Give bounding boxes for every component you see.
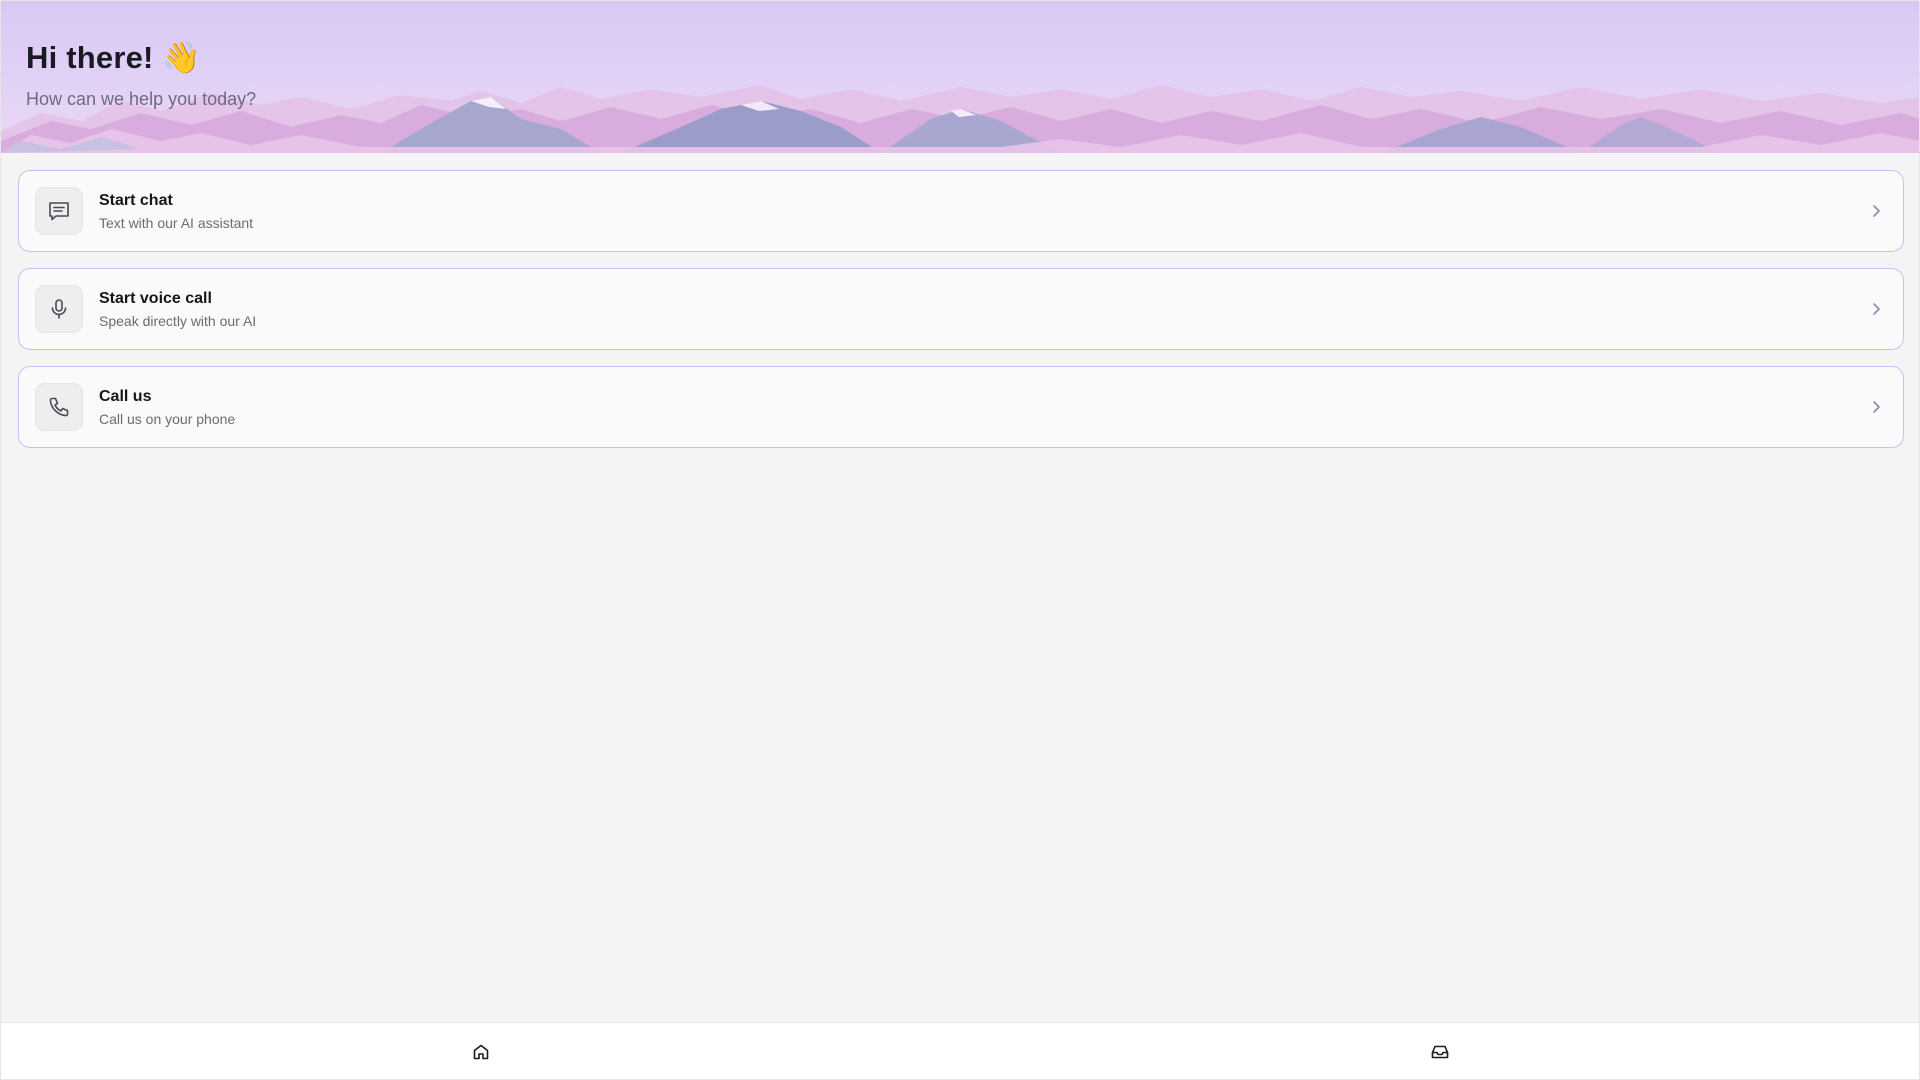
app-window: Hi there! 👋 How can we help you today? S… <box>0 0 1920 1080</box>
card-title: Start voice call <box>99 290 212 307</box>
home-icon <box>473 1044 488 1059</box>
card-text: Start chat Text with our AI assistant <box>99 191 253 232</box>
card-subtitle: Text with our AI assistant <box>99 215 254 231</box>
nav-inbox-tab[interactable] <box>960 1023 1919 1080</box>
card-subtitle: Speak directly with our AI <box>99 313 257 329</box>
card-text: Start voice call Speak directly with our… <box>99 289 256 330</box>
card-title: Call us <box>99 388 152 405</box>
phone-icon <box>35 383 83 431</box>
nav-home-tab[interactable] <box>1 1023 960 1080</box>
hero-banner: Hi there! 👋 How can we help you today? <box>1 1 1919 153</box>
start-voice-call-card[interactable]: Start voice call Speak directly with our… <box>18 268 1904 350</box>
card-text: Call us Call us on your phone <box>99 387 235 428</box>
chevron-right-icon <box>1873 303 1880 315</box>
greeting-subtitle: How can we help you today? <box>26 89 257 109</box>
chevron-right-icon <box>1873 401 1880 413</box>
bottom-navigation <box>1 1022 1919 1079</box>
card-subtitle: Call us on your phone <box>99 411 236 427</box>
options-list: Start chat Text with our AI assistant St… <box>18 170 1904 464</box>
card-title: Start chat <box>99 192 173 209</box>
chevron-right-icon <box>1873 205 1880 217</box>
greeting-title: Hi there! 👋 <box>26 40 202 75</box>
mountain-illustration <box>1 85 1919 153</box>
inbox-icon <box>1431 1045 1448 1058</box>
start-chat-card[interactable]: Start chat Text with our AI assistant <box>18 170 1904 252</box>
call-us-card[interactable]: Call us Call us on your phone <box>18 366 1904 448</box>
chat-icon <box>35 187 83 235</box>
microphone-icon <box>35 285 83 333</box>
